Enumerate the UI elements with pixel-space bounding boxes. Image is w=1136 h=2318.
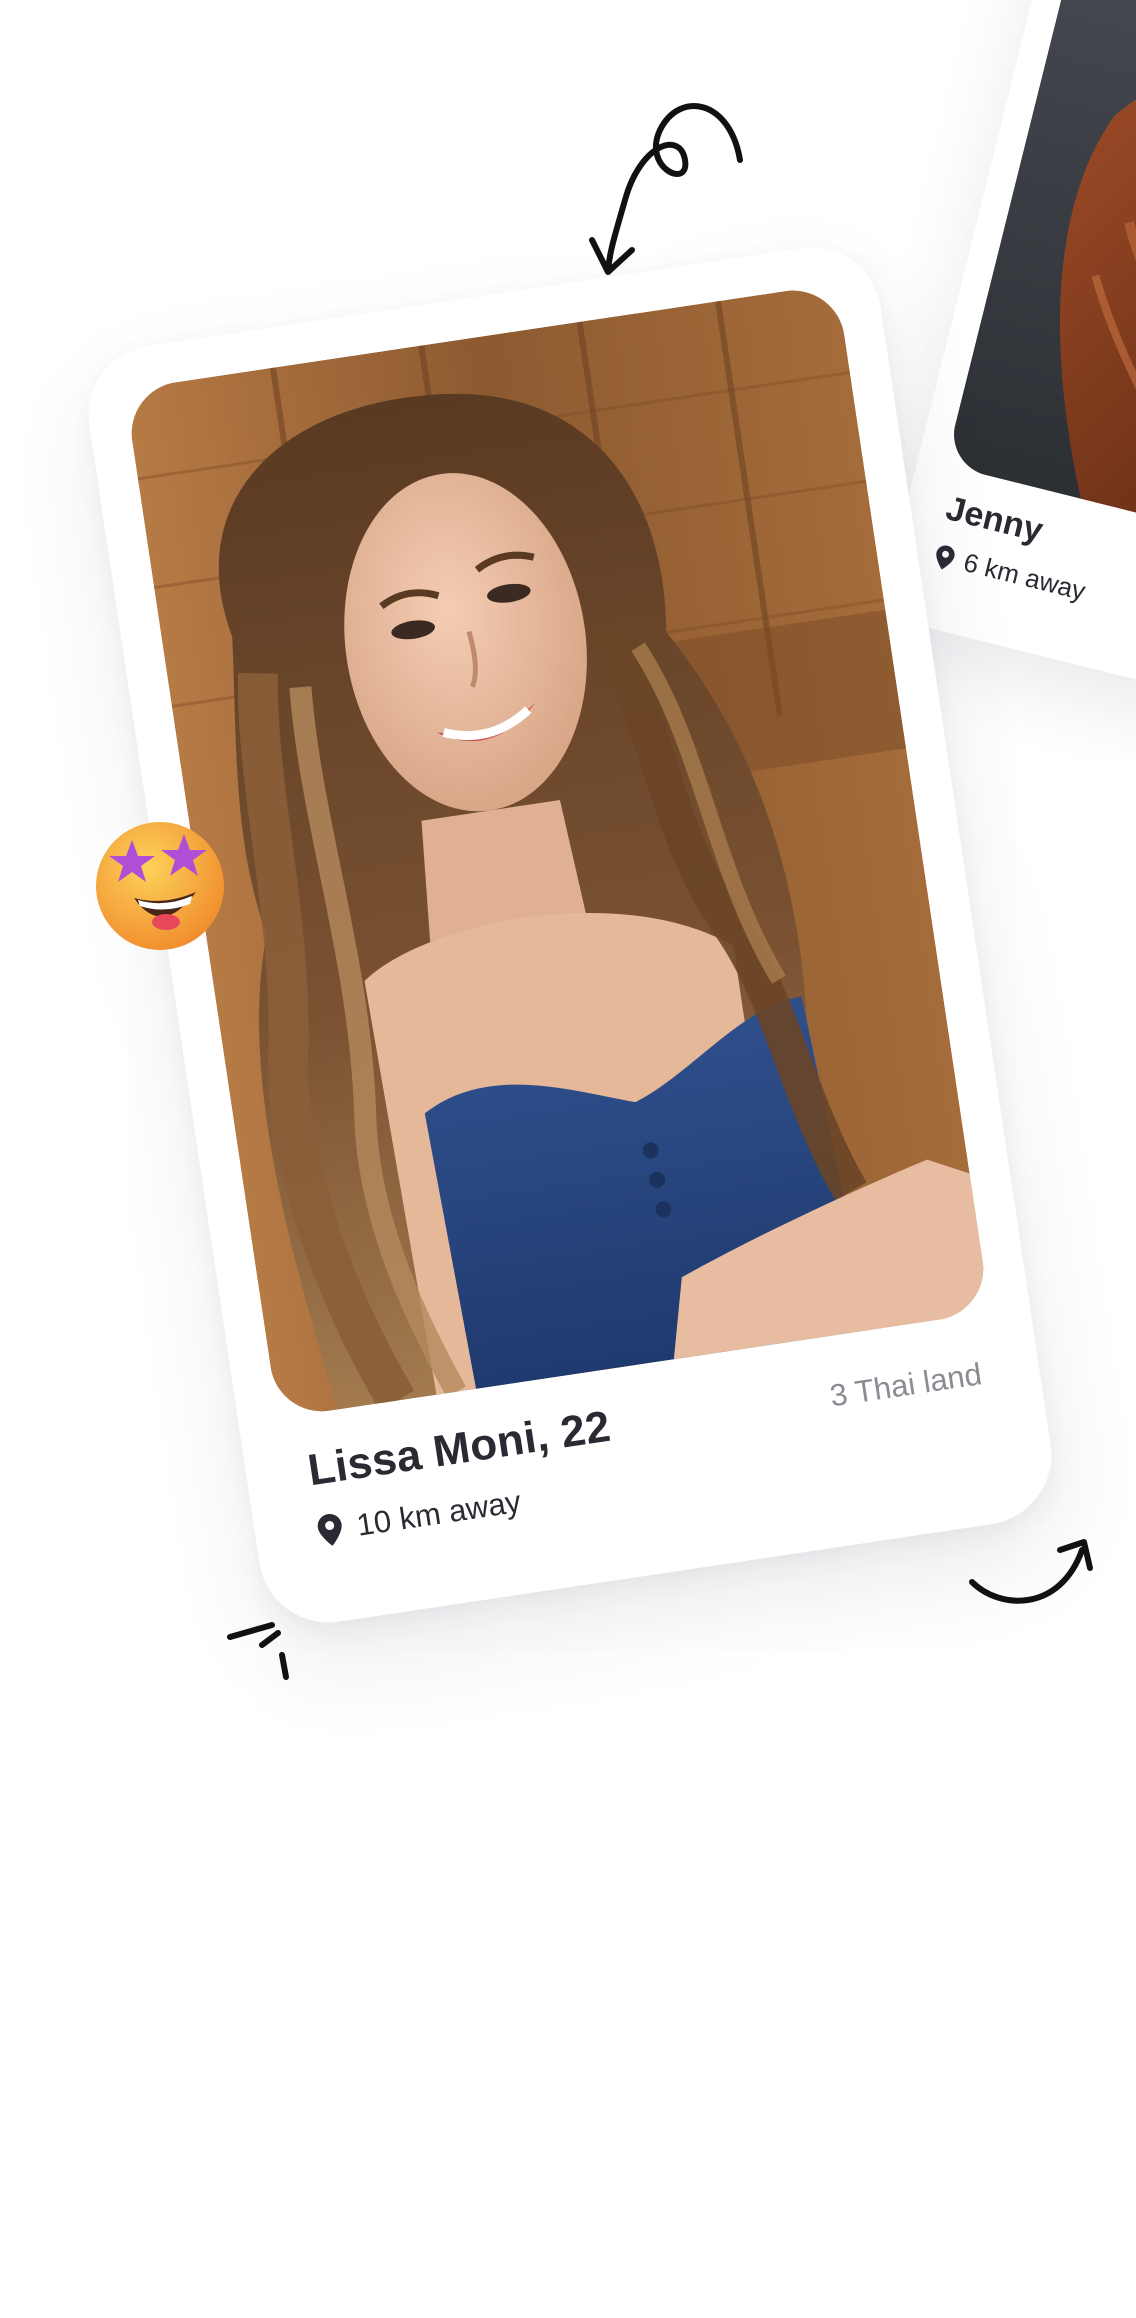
location-pin-icon (317, 1514, 342, 1546)
location-row-secondary: 6 km away (931, 540, 1089, 607)
profile-name: Lissa Moni, 22 (304, 1401, 614, 1496)
profile-photo-secondary (945, 0, 1136, 554)
profile-country: 3 Thai land (827, 1356, 984, 1414)
doodle-sparkle-icon (227, 1622, 289, 1680)
profile-name-secondary: Jenny (942, 489, 1047, 550)
location-row: 10 km away (315, 1484, 523, 1550)
distance-label: 10 km away (354, 1483, 524, 1543)
doodle-curve-arrow-icon (969, 1539, 1093, 1604)
distance-label-secondary: 6 km away (960, 546, 1089, 607)
profile-photo-main (124, 283, 991, 1419)
doodle-arrow-icon (589, 103, 743, 275)
location-pin-icon (936, 544, 955, 570)
onboarding-screen: Jenny 6 km away Lissa Moni, 22 3 Thai la… (0, 0, 1136, 2318)
star-struck-emoji-icon (96, 822, 224, 950)
